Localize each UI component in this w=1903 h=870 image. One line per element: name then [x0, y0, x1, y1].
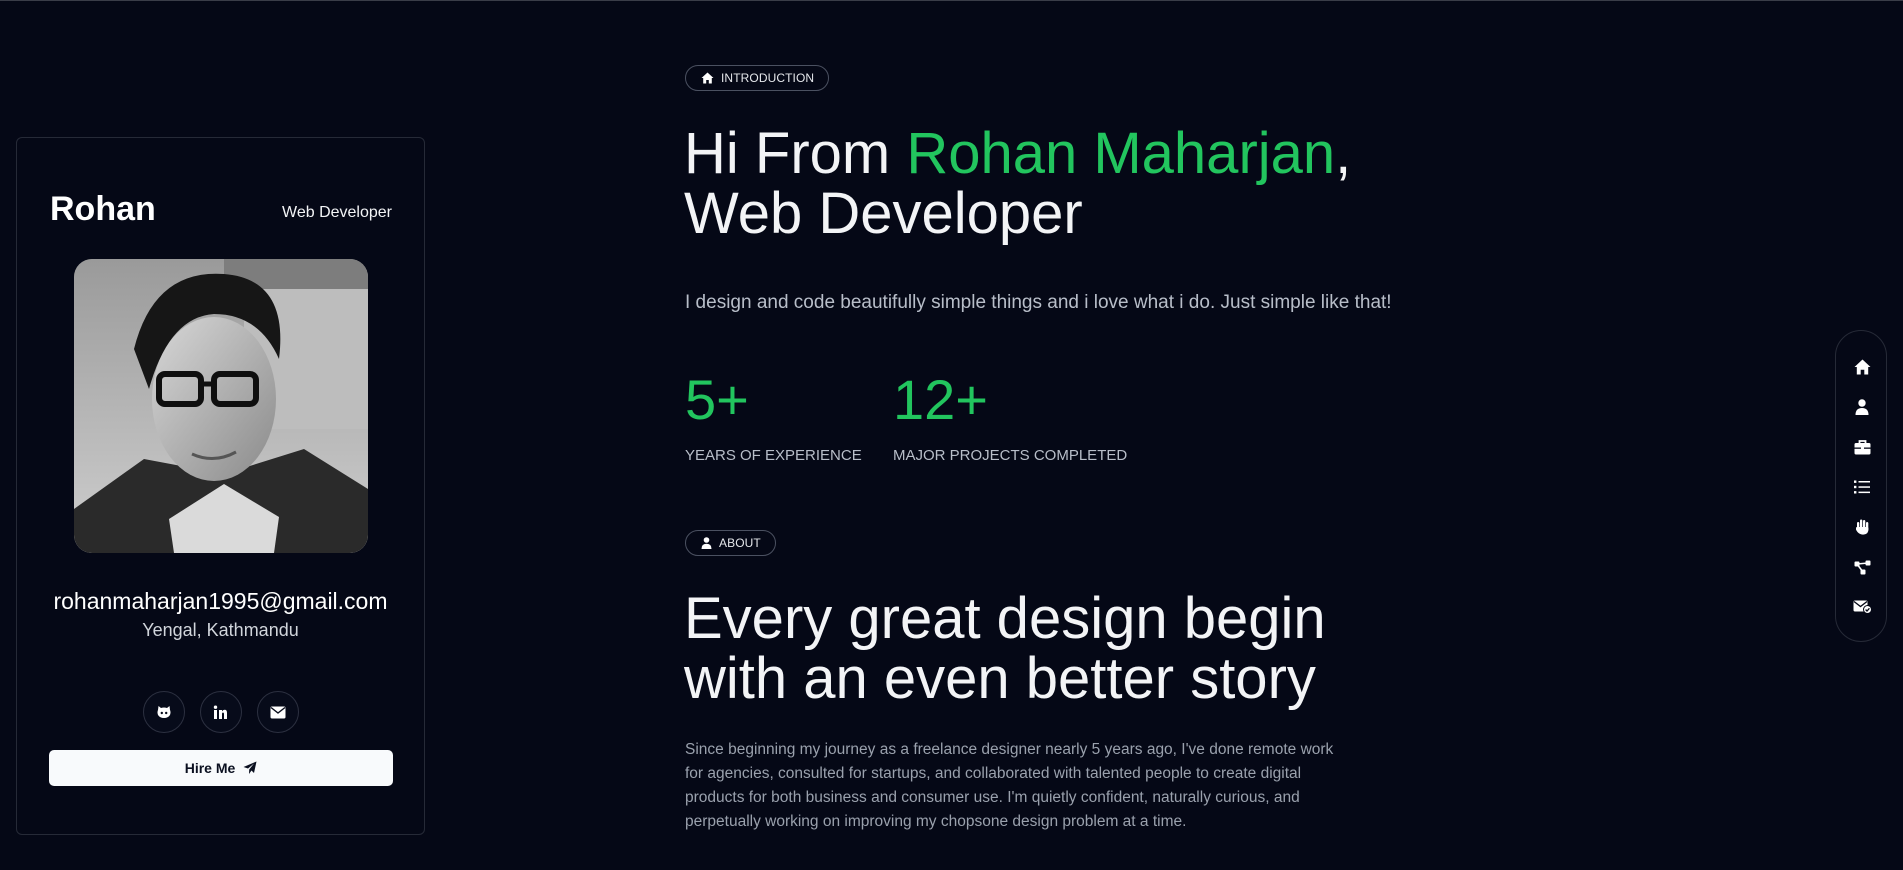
list-icon [1854, 480, 1870, 494]
user-icon [701, 537, 712, 549]
about-title-line1: Every great design begin [684, 586, 1326, 651]
intro-description: I design and code beautifully simple thi… [685, 292, 1392, 313]
about-badge-label: ABOUT [719, 536, 761, 550]
paper-plane-icon [243, 761, 257, 774]
profile-photo [74, 259, 368, 553]
profile-name: Rohan [50, 190, 156, 228]
user-icon [1855, 399, 1869, 415]
profile-email: rohanmaharjan1995@gmail.com [53, 588, 388, 614]
hire-me-button[interactable]: Hire Me [49, 750, 393, 786]
nav-services[interactable] [1848, 473, 1876, 501]
share-nodes-icon [1854, 560, 1870, 574]
email-link[interactable] [256, 691, 299, 733]
profile-location: Yengal, Kathmandu [142, 620, 299, 640]
home-icon [1854, 359, 1870, 375]
github-icon [157, 706, 170, 718]
profile-card: Rohan Web Developer rohanmaharjan1995@gm… [16, 137, 425, 835]
side-navigation [1835, 330, 1887, 642]
nav-contact[interactable] [1848, 593, 1876, 621]
social-links [17, 691, 424, 733]
hero-role: Web Developer [684, 181, 1083, 246]
introduction-badge-label: INTRODUCTION [721, 71, 815, 85]
hero-greeting: Hi From [684, 121, 907, 186]
about-title: Every great design begin with an even bet… [684, 589, 1326, 709]
nav-home[interactable] [1848, 353, 1876, 381]
about-title-line2: with an even better story [684, 646, 1316, 711]
linkedin-icon [213, 705, 227, 719]
envelope-check-icon [1853, 600, 1872, 614]
github-link[interactable] [142, 691, 185, 733]
profile-role: Web Developer [282, 204, 392, 221]
about-badge: ABOUT [685, 530, 776, 556]
top-border [0, 0, 1903, 1]
stat-label: YEARS OF EXPERIENCE [685, 447, 862, 464]
hand-icon [1855, 519, 1868, 535]
hero-title: Hi From Rohan Maharjan, Web Developer [684, 124, 1351, 244]
briefcase-icon [1854, 439, 1870, 454]
stat-projects-completed: 12+ MAJOR PROJECTS COMPLETED [893, 368, 1128, 465]
linkedin-link[interactable] [199, 691, 242, 733]
email-icon [270, 706, 285, 718]
hire-me-label: Hire Me [184, 760, 236, 776]
hero-name: Rohan Maharjan [906, 121, 1336, 186]
profile-photo-image [74, 259, 368, 553]
home-icon [701, 72, 714, 84]
nav-resume[interactable] [1848, 433, 1876, 461]
hero-comma: , [1335, 121, 1352, 186]
introduction-badge: INTRODUCTION [685, 65, 830, 91]
nav-skills[interactable] [1848, 513, 1876, 541]
nav-about[interactable] [1848, 393, 1876, 421]
stat-number: 5+ [685, 368, 749, 431]
stat-label: MAJOR PROJECTS COMPLETED [893, 447, 1128, 464]
stat-number: 12+ [893, 368, 988, 431]
stat-years-experience: 5+ YEARS OF EXPERIENCE [685, 368, 862, 465]
about-text: Since beginning my journey as a freelanc… [685, 741, 1334, 830]
nav-portfolio[interactable] [1848, 553, 1876, 581]
